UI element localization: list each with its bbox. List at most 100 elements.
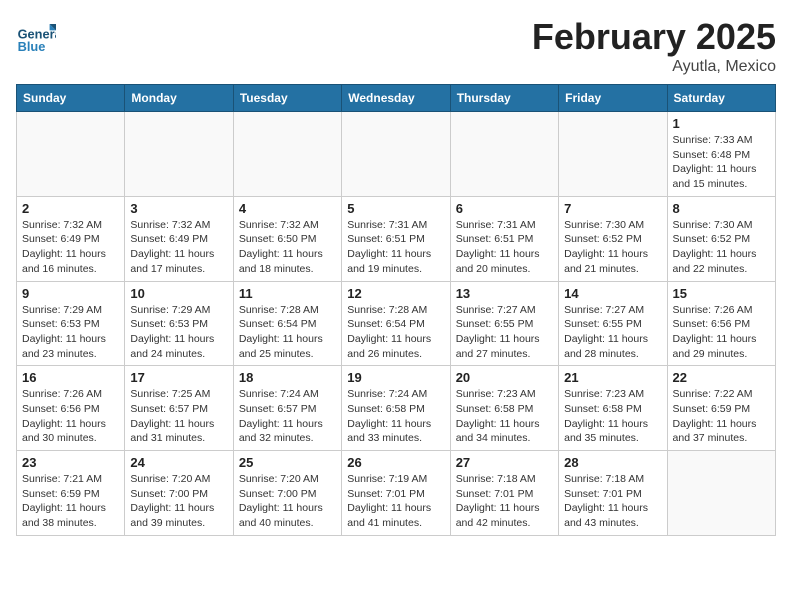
table-row: 25Sunrise: 7:20 AM Sunset: 7:00 PM Dayli…	[233, 451, 341, 536]
calendar-week-row: 1Sunrise: 7:33 AM Sunset: 6:48 PM Daylig…	[17, 112, 776, 197]
svg-text:Blue: Blue	[18, 39, 46, 54]
day-number: 9	[22, 286, 119, 301]
table-row: 18 Sunrise: 7:24 AM Sunset: 6:57 PM Dayli…	[233, 366, 341, 451]
day-number: 4	[239, 201, 336, 216]
month-title: February 2025	[532, 16, 776, 58]
page-header: General Blue February 2025 Ayutla, Mexic…	[16, 16, 776, 76]
calendar-week-row: 2 Sunrise: 7:32 AM Sunset: 6:49 PM Daylig…	[17, 196, 776, 281]
day-info: Sunrise: 7:24 AM Sunset: 6:57 PM Dayligh…	[239, 387, 336, 446]
day-number: 28	[564, 455, 661, 470]
day-info: Sunrise: 7:33 AM Sunset: 6:48 PM Dayligh…	[673, 133, 770, 192]
day-number: 2	[22, 201, 119, 216]
table-row: 22 Sunrise: 7:22 AM Sunset: 6:59 PM Dayli…	[667, 366, 775, 451]
day-info: Sunrise: 7:18 AM Sunset: 7:01 PM Dayligh…	[564, 472, 661, 531]
table-row: 4 Sunrise: 7:32 AM Sunset: 6:50 PM Daylig…	[233, 196, 341, 281]
calendar-week-row: 23 Sunrise: 7:21 AM Sunset: 6:59 PM Dayli…	[17, 451, 776, 536]
table-row: 20 Sunrise: 7:23 AM Sunset: 6:58 PM Dayli…	[450, 366, 558, 451]
col-saturday: Saturday	[667, 85, 775, 112]
day-info: Sunrise: 7:32 AM Sunset: 6:49 PM Dayligh…	[130, 218, 227, 277]
table-row: 13 Sunrise: 7:27 AM Sunset: 6:55 PM Dayli…	[450, 281, 558, 366]
day-info: Sunrise: 7:31 AM Sunset: 6:51 PM Dayligh…	[456, 218, 553, 277]
day-info: Sunrise: 7:20 AM Sunset: 7:00 PM Dayligh…	[130, 472, 227, 531]
day-number: 16	[22, 370, 119, 385]
table-row: 5 Sunrise: 7:31 AM Sunset: 6:51 PM Daylig…	[342, 196, 450, 281]
day-number: 11	[239, 286, 336, 301]
col-sunday: Sunday	[17, 85, 125, 112]
table-row: 6Sunrise: 7:31 AM Sunset: 6:51 PM Daylig…	[450, 196, 558, 281]
day-number: 12	[347, 286, 444, 301]
day-number: 14	[564, 286, 661, 301]
location: Ayutla, Mexico	[532, 58, 776, 76]
day-number: 23	[22, 455, 119, 470]
col-monday: Monday	[125, 85, 233, 112]
table-row: 19 Sunrise: 7:24 AM Sunset: 6:58 PM Dayli…	[342, 366, 450, 451]
day-info: Sunrise: 7:20 AM Sunset: 7:00 PM Dayligh…	[239, 472, 336, 531]
table-row	[450, 112, 558, 197]
table-row: 2 Sunrise: 7:32 AM Sunset: 6:49 PM Daylig…	[17, 196, 125, 281]
day-info: Sunrise: 7:32 AM Sunset: 6:50 PM Dayligh…	[239, 218, 336, 277]
day-number: 15	[673, 286, 770, 301]
day-info: Sunrise: 7:28 AM Sunset: 6:54 PM Dayligh…	[347, 303, 444, 362]
table-row: 16 Sunrise: 7:26 AM Sunset: 6:56 PM Dayli…	[17, 366, 125, 451]
table-row: 3 Sunrise: 7:32 AM Sunset: 6:49 PM Daylig…	[125, 196, 233, 281]
day-number: 19	[347, 370, 444, 385]
table-row: 7Sunrise: 7:30 AM Sunset: 6:52 PM Daylig…	[559, 196, 667, 281]
table-row: 9 Sunrise: 7:29 AM Sunset: 6:53 PM Daylig…	[17, 281, 125, 366]
table-row	[125, 112, 233, 197]
table-row: 28 Sunrise: 7:18 AM Sunset: 7:01 PM Dayli…	[559, 451, 667, 536]
calendar-week-row: 9 Sunrise: 7:29 AM Sunset: 6:53 PM Daylig…	[17, 281, 776, 366]
day-info: Sunrise: 7:29 AM Sunset: 6:53 PM Dayligh…	[130, 303, 227, 362]
table-row: 15Sunrise: 7:26 AM Sunset: 6:56 PM Dayli…	[667, 281, 775, 366]
day-number: 18	[239, 370, 336, 385]
day-number: 21	[564, 370, 661, 385]
day-info: Sunrise: 7:24 AM Sunset: 6:58 PM Dayligh…	[347, 387, 444, 446]
table-row: 17 Sunrise: 7:25 AM Sunset: 6:57 PM Dayli…	[125, 366, 233, 451]
table-row	[559, 112, 667, 197]
calendar-header-row: Sunday Monday Tuesday Wednesday Thursday…	[17, 85, 776, 112]
day-info: Sunrise: 7:30 AM Sunset: 6:52 PM Dayligh…	[564, 218, 661, 277]
table-row: 27 Sunrise: 7:18 AM Sunset: 7:01 PM Dayli…	[450, 451, 558, 536]
day-info: Sunrise: 7:21 AM Sunset: 6:59 PM Dayligh…	[22, 472, 119, 531]
table-row: 12 Sunrise: 7:28 AM Sunset: 6:54 PM Dayli…	[342, 281, 450, 366]
day-number: 24	[130, 455, 227, 470]
day-number: 20	[456, 370, 553, 385]
col-wednesday: Wednesday	[342, 85, 450, 112]
calendar-week-row: 16 Sunrise: 7:26 AM Sunset: 6:56 PM Dayli…	[17, 366, 776, 451]
day-number: 27	[456, 455, 553, 470]
logo: General Blue	[16, 16, 60, 56]
table-row: 11 Sunrise: 7:28 AM Sunset: 6:54 PM Dayli…	[233, 281, 341, 366]
day-number: 13	[456, 286, 553, 301]
title-block: February 2025 Ayutla, Mexico	[532, 16, 776, 76]
day-info: Sunrise: 7:30 AM Sunset: 6:52 PM Dayligh…	[673, 218, 770, 277]
day-info: Sunrise: 7:18 AM Sunset: 7:01 PM Dayligh…	[456, 472, 553, 531]
calendar-table: Sunday Monday Tuesday Wednesday Thursday…	[16, 84, 776, 536]
day-info: Sunrise: 7:29 AM Sunset: 6:53 PM Dayligh…	[22, 303, 119, 362]
day-number: 3	[130, 201, 227, 216]
table-row	[233, 112, 341, 197]
day-number: 5	[347, 201, 444, 216]
day-info: Sunrise: 7:23 AM Sunset: 6:58 PM Dayligh…	[564, 387, 661, 446]
day-number: 8	[673, 201, 770, 216]
table-row: 10 Sunrise: 7:29 AM Sunset: 6:53 PM Dayli…	[125, 281, 233, 366]
day-info: Sunrise: 7:25 AM Sunset: 6:57 PM Dayligh…	[130, 387, 227, 446]
day-info: Sunrise: 7:19 AM Sunset: 7:01 PM Dayligh…	[347, 472, 444, 531]
day-info: Sunrise: 7:23 AM Sunset: 6:58 PM Dayligh…	[456, 387, 553, 446]
day-number: 26	[347, 455, 444, 470]
day-number: 22	[673, 370, 770, 385]
table-row: 14 Sunrise: 7:27 AM Sunset: 6:55 PM Dayli…	[559, 281, 667, 366]
day-info: Sunrise: 7:27 AM Sunset: 6:55 PM Dayligh…	[564, 303, 661, 362]
table-row: 26 Sunrise: 7:19 AM Sunset: 7:01 PM Dayli…	[342, 451, 450, 536]
day-info: Sunrise: 7:26 AM Sunset: 6:56 PM Dayligh…	[22, 387, 119, 446]
day-info: Sunrise: 7:31 AM Sunset: 6:51 PM Dayligh…	[347, 218, 444, 277]
day-number: 17	[130, 370, 227, 385]
table-row	[17, 112, 125, 197]
col-tuesday: Tuesday	[233, 85, 341, 112]
day-info: Sunrise: 7:32 AM Sunset: 6:49 PM Dayligh…	[22, 218, 119, 277]
day-info: Sunrise: 7:22 AM Sunset: 6:59 PM Dayligh…	[673, 387, 770, 446]
table-row	[342, 112, 450, 197]
table-row: 21 Sunrise: 7:23 AM Sunset: 6:58 PM Dayli…	[559, 366, 667, 451]
day-info: Sunrise: 7:28 AM Sunset: 6:54 PM Dayligh…	[239, 303, 336, 362]
table-row: 24 Sunrise: 7:20 AM Sunset: 7:00 PM Dayli…	[125, 451, 233, 536]
day-info: Sunrise: 7:27 AM Sunset: 6:55 PM Dayligh…	[456, 303, 553, 362]
day-number: 10	[130, 286, 227, 301]
